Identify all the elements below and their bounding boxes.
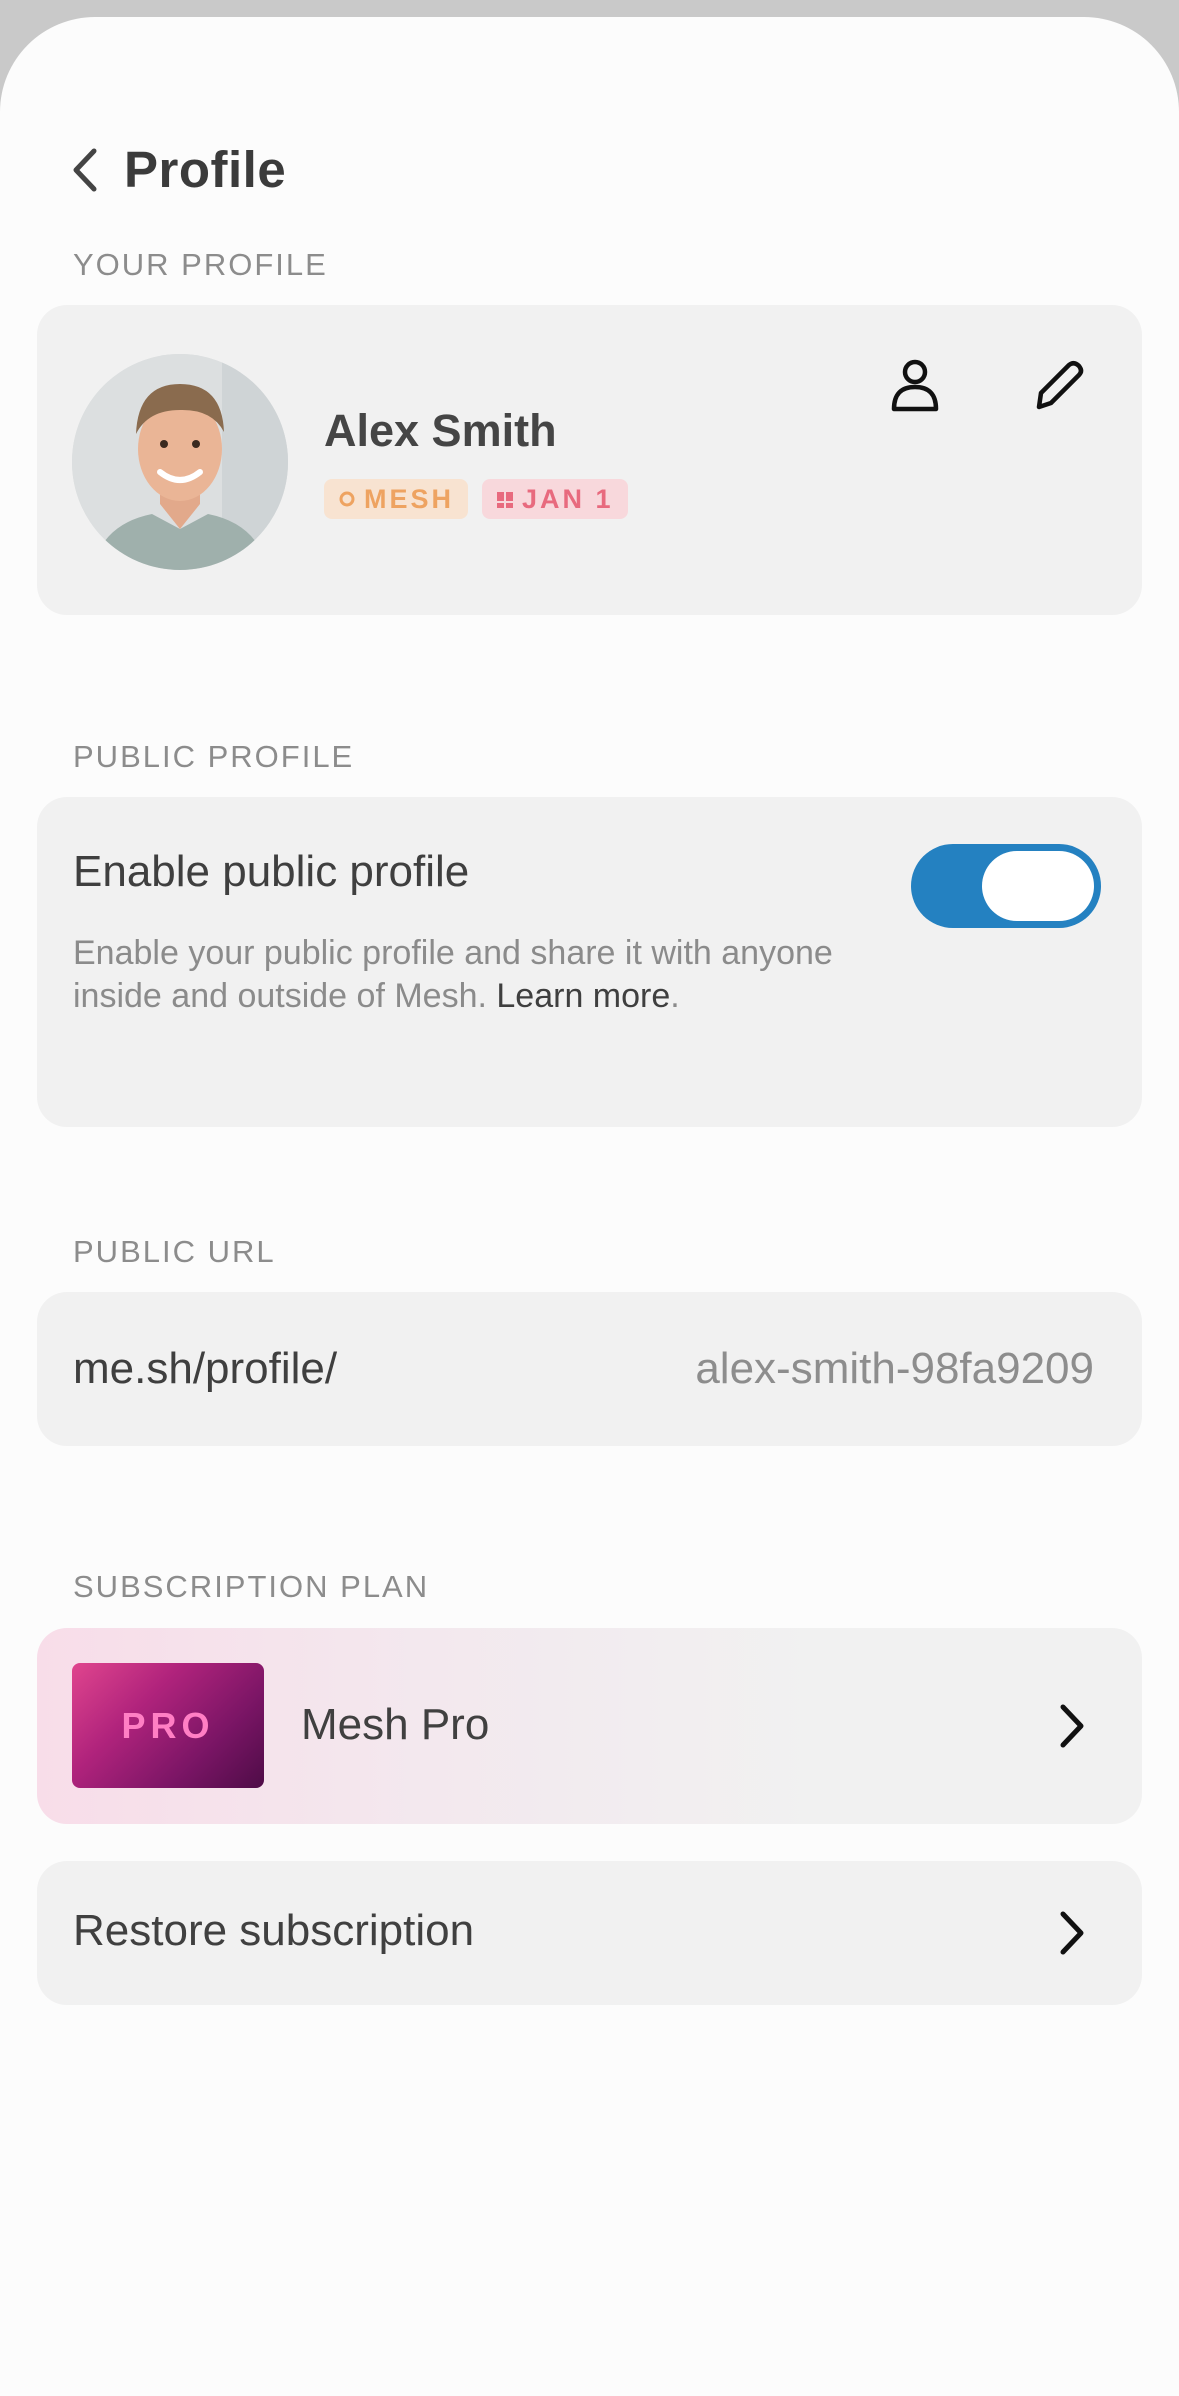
subscription-plan-row[interactable]: PRO Mesh Pro	[37, 1628, 1142, 1824]
mesh-badge: MESH	[324, 479, 469, 519]
date-badge: JAN 1	[482, 479, 628, 519]
restore-subscription-row[interactable]: Restore subscription	[37, 1861, 1142, 2005]
toggle-knob	[982, 851, 1094, 921]
gift-icon	[497, 492, 514, 508]
avatar[interactable]	[72, 354, 288, 570]
public-profile-toggle[interactable]	[911, 844, 1101, 928]
page-title: Profile	[124, 141, 287, 198]
public-profile-description: Enable your public profile and share it …	[73, 932, 833, 1018]
section-label-public-profile: PUBLIC PROFILE	[73, 739, 355, 774]
description-text: Enable your public profile and share it …	[73, 934, 833, 1015]
badge-row: MESH JAN 1	[324, 479, 628, 519]
pro-tile: PRO	[72, 1663, 264, 1788]
chevron-left-icon[interactable]	[66, 146, 106, 194]
description-period: .	[670, 977, 680, 1015]
section-label-subscription: SUBSCRIPTION PLAN	[73, 1569, 430, 1604]
profile-sheet: Profile YOUR PROFILE Alex Smith MESH JAN…	[0, 17, 1179, 2396]
plan-name: Mesh Pro	[301, 1700, 490, 1749]
public-profile-title: Enable public profile	[73, 847, 470, 896]
section-label-public-url: PUBLIC URL	[73, 1234, 276, 1269]
pencil-icon[interactable]	[1027, 355, 1087, 415]
pro-tile-text: PRO	[121, 1704, 215, 1746]
mesh-badge-text: MESH	[364, 483, 455, 514]
chevron-right-icon	[1060, 1911, 1084, 1955]
learn-more-link[interactable]: Learn more	[496, 977, 670, 1015]
url-prefix: me.sh/profile/	[73, 1344, 338, 1393]
section-label-your-profile: YOUR PROFILE	[73, 247, 328, 282]
chevron-right-icon	[1060, 1704, 1084, 1748]
url-value[interactable]: alex-smith-98fa9209	[695, 1344, 1094, 1394]
circle-icon	[339, 491, 355, 507]
date-badge-text: JAN 1	[522, 483, 614, 514]
public-profile-card: Enable public profile Enable your public…	[37, 797, 1142, 1127]
header: Profile	[66, 140, 286, 199]
public-url-card[interactable]: me.sh/profile/ alex-smith-98fa9209	[37, 1292, 1142, 1446]
profile-card[interactable]: Alex Smith MESH JAN 1	[37, 305, 1142, 615]
avatar-image	[72, 354, 288, 570]
restore-subscription-label: Restore subscription	[73, 1906, 475, 1955]
user-name: Alex Smith	[324, 405, 557, 456]
person-icon[interactable]	[885, 355, 945, 415]
